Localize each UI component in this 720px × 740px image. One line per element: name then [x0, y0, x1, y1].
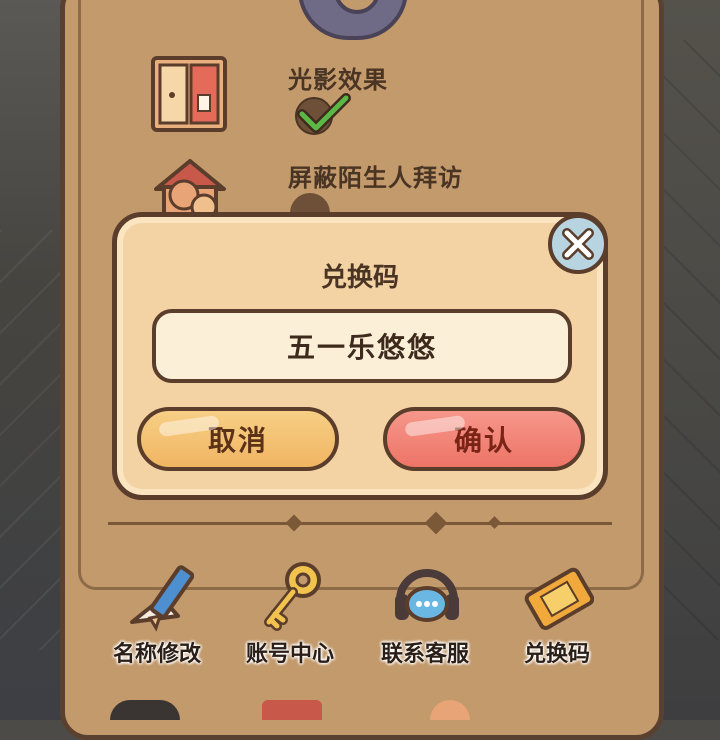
close-button[interactable] — [548, 214, 608, 274]
cancel-button[interactable]: 取消 — [137, 407, 339, 471]
headset-icon — [395, 569, 459, 622]
dialog-title: 兑换码 — [320, 263, 399, 293]
window-icon — [151, 56, 227, 132]
redeem-code-value: 五一乐悠悠 — [286, 331, 437, 364]
customer-service-button[interactable]: 联系客服 — [360, 560, 490, 670]
redeem-code-dialog: 兑换码 五一乐悠悠 取消 确认 — [112, 212, 608, 500]
confirm-button-label: 确认 — [453, 424, 514, 457]
redeem-code-input[interactable]: 五一乐悠悠 — [152, 309, 572, 383]
ticket-icon — [524, 567, 594, 630]
redeem-code-button[interactable]: 兑换码 — [492, 560, 622, 670]
background-wall-pattern — [660, 40, 720, 640]
rename-button[interactable]: 名称修改 — [92, 560, 222, 670]
partial-icon — [262, 700, 322, 720]
redeem-code-label: 兑换码 — [523, 642, 590, 667]
customer-service-label: 联系客服 — [380, 642, 469, 667]
partial-icon — [110, 700, 180, 720]
section-divider — [108, 522, 612, 525]
close-icon — [562, 228, 594, 260]
pencil-icon — [130, 565, 194, 632]
lighting-toggle-checked[interactable] — [292, 92, 352, 136]
rename-label: 名称修改 — [112, 642, 201, 667]
account-center-label: 账号中心 — [245, 642, 334, 667]
cancel-button-label: 取消 — [207, 424, 268, 457]
lighting-effect-label: 光影效果 — [288, 66, 388, 94]
confirm-button[interactable]: 确认 — [383, 407, 585, 471]
background-floor-pattern — [0, 230, 60, 650]
account-center-button[interactable]: 账号中心 — [225, 560, 355, 670]
block-strangers-label: 屏蔽陌生人拜访 — [288, 164, 463, 192]
key-icon — [264, 562, 321, 631]
